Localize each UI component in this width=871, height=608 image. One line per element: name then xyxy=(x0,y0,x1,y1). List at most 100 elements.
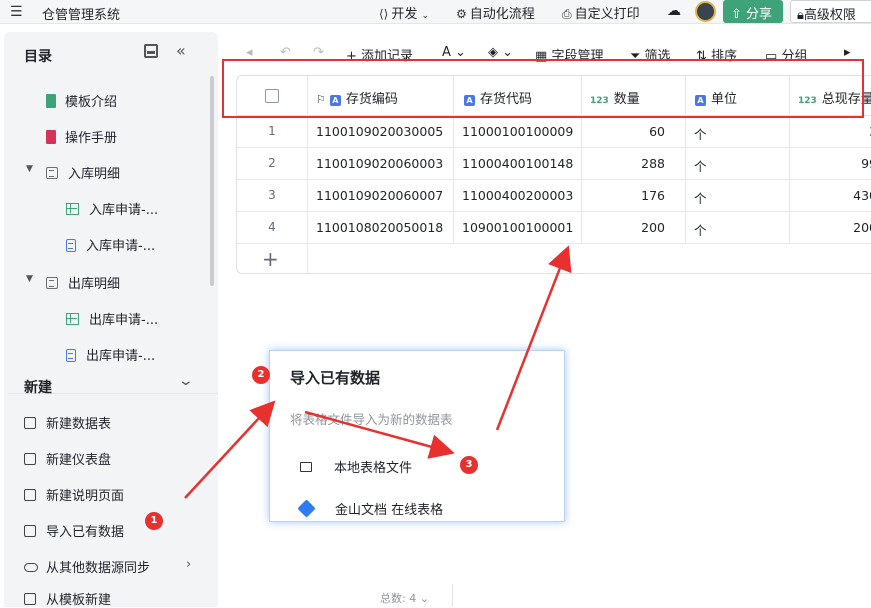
table-cell[interactable]: 288 xyxy=(582,148,686,179)
undo-icon[interactable]: ↶ xyxy=(280,45,291,60)
step-badge: 2 xyxy=(252,366,270,384)
caret-down-icon[interactable]: ▼ xyxy=(26,164,33,174)
table-cell[interactable]: 11000400100148 xyxy=(454,148,582,179)
table-row[interactable]: 3 1100109020060007 11000400200003 176 个 … xyxy=(237,180,871,212)
annotation-highlight-box xyxy=(222,59,864,118)
row-number: 1 xyxy=(237,116,308,147)
row-number: 4 xyxy=(237,212,308,243)
from-template-button[interactable]: 从模板新建 xyxy=(24,589,111,608)
app-title: 仓管管理系统 xyxy=(42,8,121,23)
new-table-button[interactable]: 新建数据表 xyxy=(24,413,111,432)
table-cell[interactable]: 176 xyxy=(582,180,686,211)
cloud-icon xyxy=(24,563,38,572)
share-button[interactable]: ⇧ 分享 xyxy=(723,0,783,23)
avatar[interactable] xyxy=(695,1,716,22)
table-icon xyxy=(46,167,58,179)
table-cell[interactable]: 11000400200003 xyxy=(454,180,582,211)
sidebar-item-inbound-detail[interactable]: ▼ 入库明细 xyxy=(26,163,120,182)
custom-print-button[interactable]: ⎙ 自定义打印 xyxy=(562,3,640,22)
chevron-down-icon: ⌄ xyxy=(421,11,430,21)
menu-icon[interactable]: ☰ xyxy=(10,4,23,20)
template-icon xyxy=(24,593,36,605)
table-cell[interactable]: 10900100100001 xyxy=(454,212,582,243)
fill-color-icon[interactable]: ◈ ⌄ xyxy=(488,45,513,60)
doc-icon xyxy=(46,94,56,108)
grid-icon xyxy=(66,313,79,325)
dashboard-icon xyxy=(24,453,36,465)
cloud-icon[interactable]: ☁ xyxy=(667,3,681,19)
table-cell[interactable]: 200 xyxy=(790,212,871,243)
collapse-sidebar-icon[interactable]: « xyxy=(176,41,186,60)
table-cell[interactable]: 3 xyxy=(790,116,871,147)
share-icon: ⇧ xyxy=(731,7,742,22)
local-file-option[interactable]: 本地表格文件 xyxy=(300,457,412,476)
monitor-icon xyxy=(300,462,312,472)
lock-icon: 🔒︎ xyxy=(797,8,804,23)
new-dashboard-button[interactable]: 新建仪表盘 xyxy=(24,449,111,468)
kdocs-icon xyxy=(297,499,316,518)
table-icon xyxy=(24,417,36,429)
sidebar-item-inbound-request-grid[interactable]: 入库申请-... xyxy=(66,199,158,218)
more-arrow-icon[interactable]: ▸ xyxy=(844,45,851,60)
record-count: 总数: 4 ⌄ xyxy=(380,592,429,605)
top-bar: ☰ 仓管管理系统 ⟨⟩ 开发 ⌄ ⚙ 自动化流程 ⎙ 自定义打印 ☁ ⇧ 分享 🔒︎高… xyxy=(0,0,871,24)
form-icon xyxy=(66,349,76,362)
layout-icon[interactable] xyxy=(144,44,158,58)
add-row-button[interactable]: + xyxy=(237,244,871,273)
sidebar-item-manual[interactable]: 操作手册 xyxy=(46,127,117,146)
sidebar-scrollbar[interactable] xyxy=(210,76,214,286)
table-cell[interactable]: 11000100100009 xyxy=(454,116,582,147)
table-cell[interactable]: 个 xyxy=(686,148,790,179)
text-format-button[interactable]: A ⌄ xyxy=(442,45,466,60)
table-cell[interactable]: 60 xyxy=(582,116,686,147)
kdocs-online-option[interactable]: 金山文档 在线表格 xyxy=(297,499,443,518)
sidebar-title: 目录 xyxy=(24,49,52,65)
sidebar-item-outbound-request-form[interactable]: 出库申请-... xyxy=(66,345,155,364)
advanced-permission-button[interactable]: 🔒︎高级权限 xyxy=(790,0,871,23)
sidebar-item-inbound-request-form[interactable]: 入库申请-... xyxy=(66,235,155,254)
printer-icon: ⎙ xyxy=(562,7,572,21)
sidebar: 目录 « 模板介绍 操作手册 ▼ 入库明细 入库申请-... 入库申请-... … xyxy=(4,32,218,608)
add-row-cell: + xyxy=(237,244,308,273)
form-icon xyxy=(66,239,76,252)
table-icon xyxy=(46,277,58,289)
table-cell[interactable]: 1100109020060003 xyxy=(308,148,454,179)
sidebar-item-outbound-detail[interactable]: ▼ 出库明细 xyxy=(26,273,120,292)
table-row[interactable]: 1 1100109020030005 11000100100009 60 个 3 xyxy=(237,116,871,148)
table-cell[interactable]: 1100109020030005 xyxy=(308,116,454,147)
table-row[interactable]: 4 1100108020050018 10900100100001 200 个 … xyxy=(237,212,871,244)
step-badge: 1 xyxy=(145,512,163,530)
import-icon xyxy=(24,525,36,537)
row-number: 3 xyxy=(237,180,308,211)
grid-icon xyxy=(66,203,79,215)
table-cell[interactable]: 430 xyxy=(790,180,871,211)
chevron-right-icon: › xyxy=(186,557,192,572)
new-doc-page-button[interactable]: 新建说明页面 xyxy=(24,485,124,504)
sidebar-item-template-intro[interactable]: 模板介绍 xyxy=(46,91,117,110)
table-cell[interactable]: 个 xyxy=(686,212,790,243)
divider xyxy=(452,584,453,607)
chevron-down-icon[interactable]: ⌄ xyxy=(420,592,429,605)
popup-title: 导入已有数据 xyxy=(290,369,381,387)
prev-arrow-icon[interactable]: ◂ xyxy=(246,45,253,60)
table-cell[interactable]: 99 xyxy=(790,148,871,179)
table-cell[interactable]: 200 xyxy=(582,212,686,243)
robot-icon: ⚙ xyxy=(456,7,467,21)
table-cell[interactable]: 个 xyxy=(686,180,790,211)
table-cell[interactable]: 个 xyxy=(686,116,790,147)
chevron-down-icon[interactable]: ⌄ xyxy=(178,373,194,389)
develop-menu[interactable]: ⟨⟩ 开发 ⌄ xyxy=(379,3,429,22)
plus-icon: + xyxy=(262,247,279,271)
table-row[interactable]: 2 1100109020060003 11000400100148 288 个 … xyxy=(237,148,871,180)
table-cell[interactable]: 1100109020060007 xyxy=(308,180,454,211)
redo-icon[interactable]: ↷ xyxy=(313,45,324,60)
doc-icon xyxy=(46,130,56,144)
automation-button[interactable]: ⚙ 自动化流程 xyxy=(456,3,535,22)
sidebar-item-outbound-request-grid[interactable]: 出库申请-... xyxy=(66,309,158,328)
import-data-button[interactable]: 导入已有数据 xyxy=(24,521,124,540)
table-cell[interactable]: 1100108020050018 xyxy=(308,212,454,243)
import-data-popup: 导入已有数据 将表格文件导入为新的数据表 本地表格文件 金山文档 在线表格 xyxy=(269,350,565,522)
sync-datasource-button[interactable]: 从其他数据源同步 › xyxy=(24,557,191,576)
caret-down-icon[interactable]: ▼ xyxy=(26,274,33,284)
step-badge: 3 xyxy=(460,456,478,474)
